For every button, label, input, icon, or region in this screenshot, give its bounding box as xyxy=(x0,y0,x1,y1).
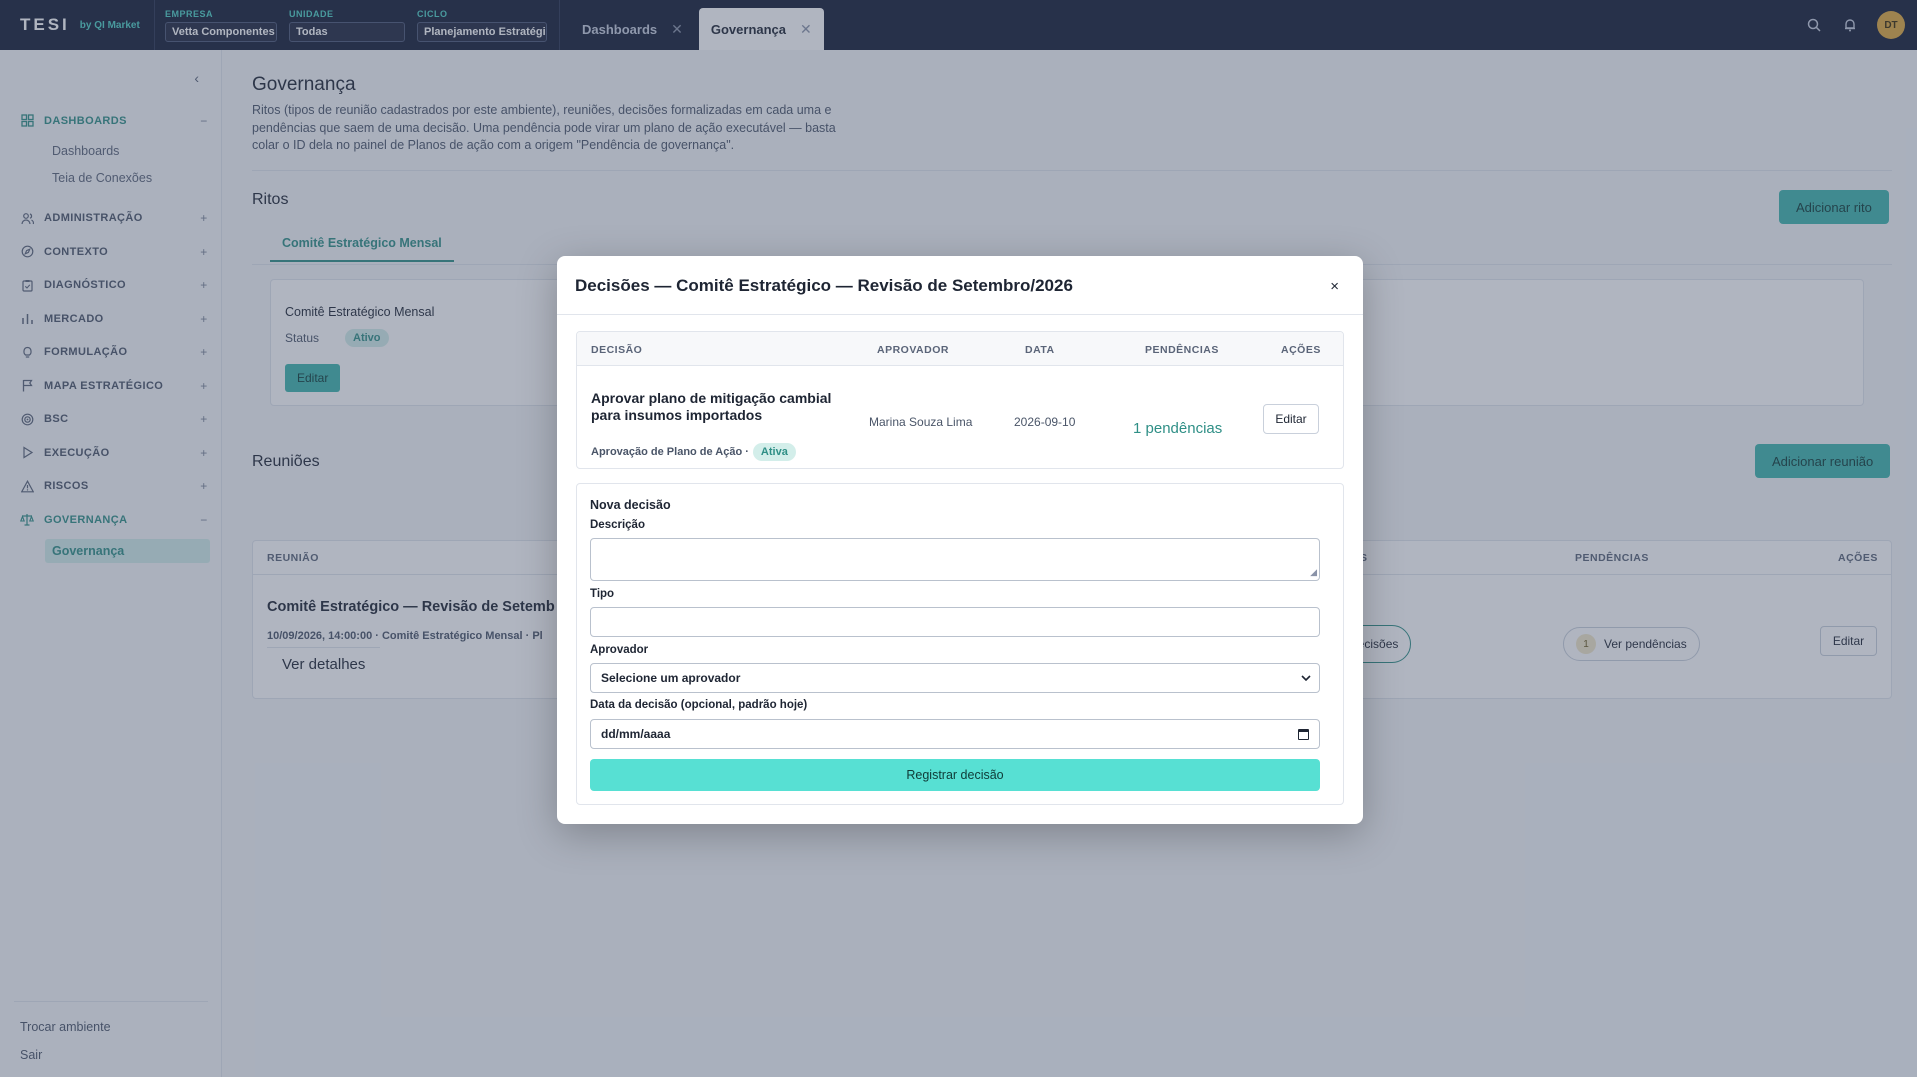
decision-type: Aprovação de Plano de Ação · xyxy=(591,446,749,458)
tipo-label: Tipo xyxy=(590,588,615,600)
tipo-input[interactable] xyxy=(590,607,1320,637)
decisoes-modal: Decisões — Comitê Estratégico — Revisão … xyxy=(557,256,1363,824)
decisoes-table: DECISÃO APROVADOR DATA PENDÊNCIAS AÇÕES … xyxy=(576,331,1344,469)
calendar-icon[interactable] xyxy=(1298,728,1309,740)
descricao-textarea[interactable]: ◢ xyxy=(590,538,1320,581)
date-placeholder: dd/mm/aaaa xyxy=(601,727,671,741)
column-header: AÇÕES xyxy=(1281,344,1321,356)
aprovador-label: Aprovador xyxy=(590,644,649,656)
aprovador-value: Selecione um aprovador xyxy=(601,671,741,685)
status-badge: Ativa xyxy=(752,443,796,461)
descricao-label: Descrição xyxy=(590,519,645,531)
modal-title: Decisões — Comitê Estratégico — Revisão … xyxy=(575,276,1073,295)
resize-handle-icon[interactable]: ◢ xyxy=(1310,567,1317,578)
decision-description: Aprovar plano de mitigação cambial para … xyxy=(591,390,832,423)
divider xyxy=(557,314,1363,315)
column-header: APROVADOR xyxy=(877,344,949,356)
decision-date: 2026-09-10 xyxy=(1014,415,1076,429)
form-title: Nova decisão xyxy=(590,498,671,512)
data-decisao-label: Data da decisão (opcional, padrão hoje) xyxy=(590,699,808,711)
table-header: DECISÃO APROVADOR DATA PENDÊNCIAS AÇÕES xyxy=(577,332,1343,366)
decision-approver: Marina Souza Lima xyxy=(869,415,973,429)
register-decision-button[interactable]: Registrar decisão xyxy=(590,759,1320,791)
edit-decision-button[interactable]: Editar xyxy=(1263,404,1319,434)
data-decisao-input[interactable]: dd/mm/aaaa xyxy=(590,719,1320,749)
column-header: DECISÃO xyxy=(591,344,643,356)
pendencias-link[interactable]: 1 pendências xyxy=(1133,420,1222,437)
column-header: DATA xyxy=(1025,344,1055,356)
decision-meta: Aprovação de Plano de Ação · Ativa xyxy=(591,443,796,461)
aprovador-select[interactable]: Selecione um aprovador xyxy=(590,663,1320,693)
column-header: PENDÊNCIAS xyxy=(1145,344,1219,356)
close-icon[interactable]: × xyxy=(1330,278,1339,295)
nova-decisao-form: Nova decisão Descrição ◢ Tipo Aprovador … xyxy=(576,483,1344,805)
chevron-down-icon xyxy=(1301,673,1311,684)
